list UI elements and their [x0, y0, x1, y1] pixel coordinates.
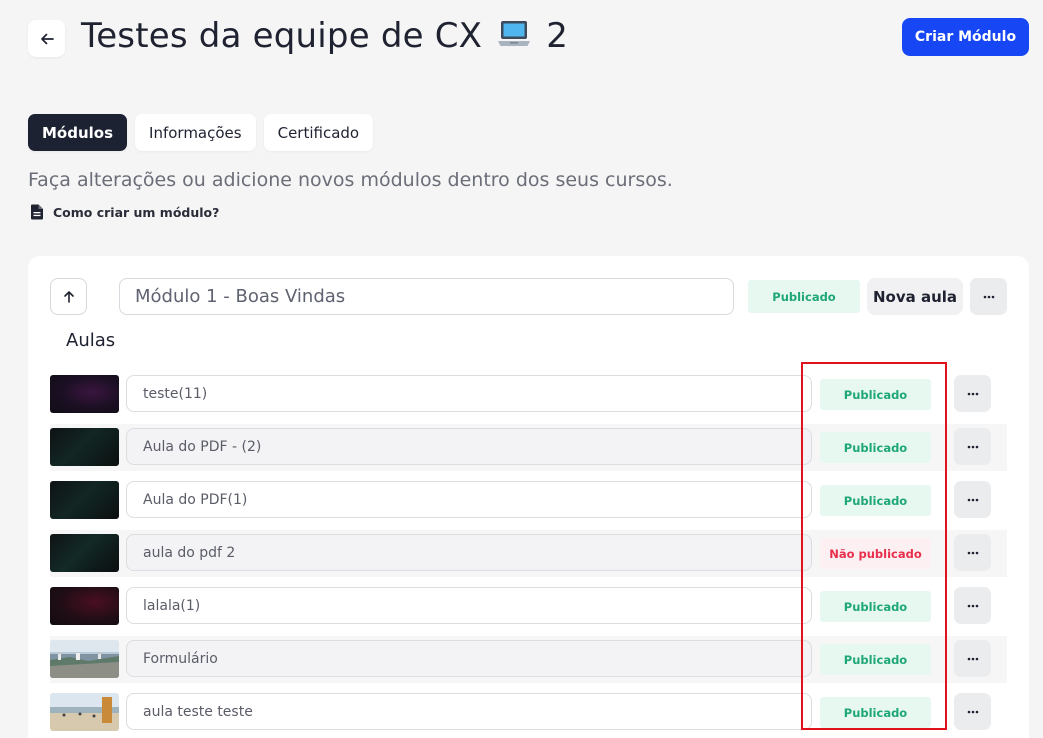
back-button[interactable]: [28, 20, 65, 57]
document-icon: [31, 204, 43, 220]
lesson-title-input[interactable]: aula do pdf 2: [126, 534, 812, 571]
more-horizontal-icon: [967, 498, 978, 501]
lesson-thumbnail[interactable]: [50, 587, 119, 625]
lesson-title-input[interactable]: lalala(1): [126, 587, 812, 624]
page-title-number: 2: [546, 16, 569, 56]
more-horizontal-icon: [967, 392, 978, 395]
create-module-button[interactable]: Criar Módulo: [902, 18, 1029, 56]
lesson-status-badge[interactable]: Publicado: [820, 591, 931, 622]
lessons-heading: Aulas: [66, 330, 116, 351]
page-title: Testes da equipe de CX 2: [81, 16, 568, 58]
tab-modules[interactable]: Módulos: [28, 114, 128, 151]
lesson-row: Aula do PDF - (2) Publicado: [50, 424, 1007, 471]
lesson-title-input[interactable]: Aula do PDF - (2): [126, 428, 812, 465]
tab-bar: Módulos Informações Certificado: [28, 114, 374, 151]
more-horizontal-icon: [983, 295, 994, 298]
lesson-row: aula do pdf 2 Não publicado: [50, 530, 1007, 577]
lesson-row: aula teste teste Publicado: [50, 689, 1007, 736]
help-link[interactable]: Como criar um módulo?: [30, 204, 219, 220]
lesson-title-input[interactable]: Formulário: [126, 640, 812, 677]
module-card: Módulo 1 - Boas Vindas Publicado Nova au…: [28, 256, 1029, 738]
lesson-more-button[interactable]: [954, 375, 991, 412]
lesson-thumbnail[interactable]: [50, 534, 119, 572]
lesson-status-badge[interactable]: Publicado: [820, 432, 931, 463]
lesson-more-button[interactable]: [954, 587, 991, 624]
lesson-status-badge[interactable]: Não publicado: [820, 538, 931, 569]
tab-certificate[interactable]: Certificado: [263, 114, 374, 151]
tab-information[interactable]: Informações: [135, 114, 256, 151]
lesson-title-input[interactable]: aula teste teste: [126, 693, 812, 730]
module-more-button[interactable]: [970, 278, 1007, 315]
lesson-row: lalala(1) Publicado: [50, 583, 1007, 630]
lesson-more-button[interactable]: [954, 534, 991, 571]
module-name-input[interactable]: Módulo 1 - Boas Vindas: [119, 278, 734, 315]
lesson-title-input[interactable]: teste(11): [126, 375, 812, 412]
more-horizontal-icon: [967, 604, 978, 607]
lesson-more-button[interactable]: [954, 428, 991, 465]
page-subtitle: Faça alterações ou adicione novos módulo…: [28, 169, 673, 191]
more-horizontal-icon: [967, 445, 978, 448]
lesson-row: Formulário Publicado: [50, 636, 1007, 683]
lesson-thumbnail[interactable]: [50, 640, 119, 678]
lesson-status-badge[interactable]: Publicado: [820, 485, 931, 516]
lesson-thumbnail[interactable]: [50, 428, 119, 466]
module-status-badge[interactable]: Publicado: [748, 280, 860, 313]
lesson-status-badge[interactable]: Publicado: [820, 644, 931, 675]
lesson-thumbnail[interactable]: [50, 375, 119, 413]
more-horizontal-icon: [967, 551, 978, 554]
lesson-row: teste(11) Publicado: [50, 371, 1007, 418]
arrow-left-icon: [40, 33, 54, 44]
lesson-row: Aula do PDF(1) Publicado: [50, 477, 1007, 524]
arrow-up-icon: [63, 290, 74, 303]
lesson-thumbnail[interactable]: [50, 481, 119, 519]
help-link-label: Como criar um módulo?: [53, 204, 220, 220]
new-lesson-button[interactable]: Nova aula: [867, 278, 963, 315]
page-title-text: Testes da equipe de CX: [81, 16, 483, 56]
lesson-more-button[interactable]: [954, 481, 991, 518]
more-horizontal-icon: [967, 657, 978, 660]
lesson-status-badge[interactable]: Publicado: [820, 379, 931, 410]
lesson-more-button[interactable]: [954, 693, 991, 730]
move-up-button[interactable]: [50, 278, 87, 315]
laptop-icon: [497, 18, 531, 58]
lesson-title-input[interactable]: Aula do PDF(1): [126, 481, 812, 518]
lesson-thumbnail[interactable]: [50, 693, 119, 731]
lesson-more-button[interactable]: [954, 640, 991, 677]
lesson-status-badge[interactable]: Publicado: [820, 697, 931, 728]
more-horizontal-icon: [967, 710, 978, 713]
